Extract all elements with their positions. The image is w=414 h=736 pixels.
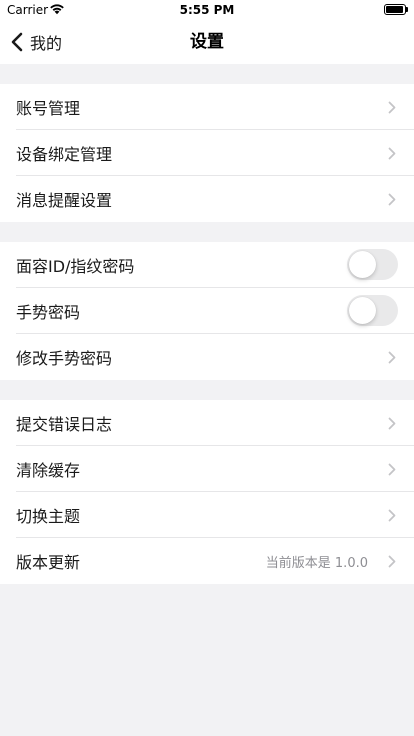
row-notification-settings[interactable]: 消息提醒设置: [0, 176, 414, 222]
chevron-right-icon: [388, 193, 396, 206]
settings-group-general: 提交错误日志 清除缓存 切换主题 版本更新 当前版本是 1.0.0: [0, 400, 414, 584]
chevron-right-icon: [388, 101, 396, 114]
row-face-id-password: 面容ID/指纹密码: [0, 242, 414, 288]
back-button[interactable]: 我的: [8, 20, 62, 64]
chevron-left-icon: [11, 32, 23, 52]
current-version-text: 当前版本是 1.0.0: [265, 555, 368, 571]
row-device-binding[interactable]: 设备绑定管理: [0, 130, 414, 176]
page-title: 设置: [190, 32, 224, 52]
toggle-knob: [349, 251, 376, 278]
row-label: 切换主题: [16, 507, 81, 526]
row-label: 面容ID/指纹密码: [16, 257, 135, 276]
row-account-management[interactable]: 账号管理: [0, 84, 414, 130]
face-id-toggle[interactable]: [347, 249, 398, 280]
status-bar: Carrier 5:55 PM: [0, 0, 414, 20]
row-version-update[interactable]: 版本更新 当前版本是 1.0.0: [0, 538, 414, 584]
row-gesture-password: 手势密码: [0, 288, 414, 334]
row-submit-error-log[interactable]: 提交错误日志: [0, 400, 414, 446]
chevron-right-icon: [388, 351, 396, 364]
row-label: 版本更新: [16, 553, 81, 572]
settings-group-security: 面容ID/指纹密码 手势密码 修改手势密码: [0, 242, 414, 380]
row-label: 账号管理: [16, 99, 81, 118]
row-label: 消息提醒设置: [16, 191, 113, 210]
row-change-gesture-password[interactable]: 修改手势密码: [0, 334, 414, 380]
chevron-right-icon: [388, 417, 396, 430]
row-clear-cache[interactable]: 清除缓存: [0, 446, 414, 492]
chevron-right-icon: [388, 555, 396, 568]
chevron-right-icon: [388, 463, 396, 476]
chevron-right-icon: [388, 147, 396, 160]
row-label: 修改手势密码: [16, 349, 113, 368]
battery-icon: [384, 4, 408, 15]
row-label: 提交错误日志: [16, 415, 113, 434]
settings-group-account: 账号管理 设备绑定管理 消息提醒设置: [0, 84, 414, 222]
gesture-password-toggle[interactable]: [347, 295, 398, 326]
toggle-knob: [349, 297, 376, 324]
row-switch-theme[interactable]: 切换主题: [0, 492, 414, 538]
navigation-bar: 设置 我的: [0, 20, 414, 64]
row-label: 设备绑定管理: [16, 145, 113, 164]
status-time: 5:55 PM: [179, 3, 235, 17]
chevron-right-icon: [388, 509, 396, 522]
row-label: 清除缓存: [16, 461, 81, 480]
back-label: 我的: [30, 34, 63, 53]
row-label: 手势密码: [16, 303, 81, 322]
